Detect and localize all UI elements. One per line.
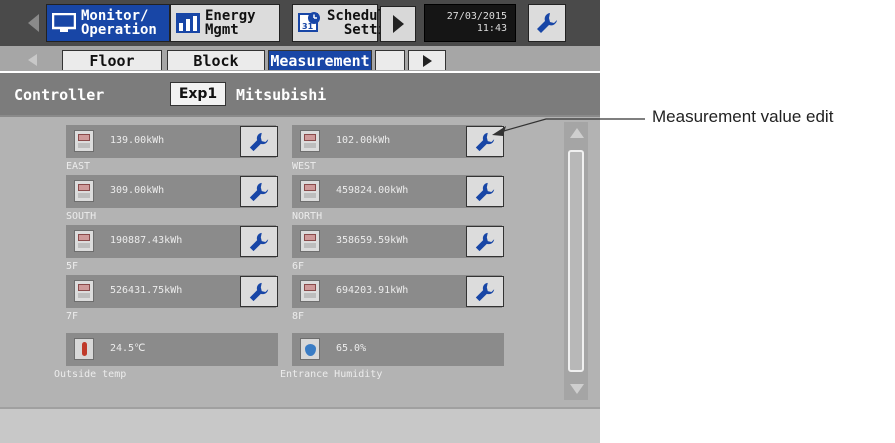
annotation-label: Measurement value edit xyxy=(652,107,834,126)
annotation-leader-line xyxy=(492,118,645,136)
